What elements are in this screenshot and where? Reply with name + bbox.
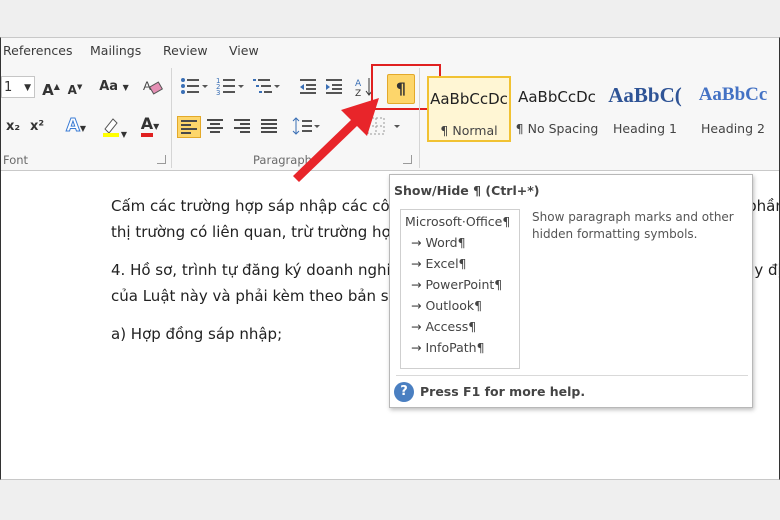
highlighter-icon — [102, 118, 119, 137]
preview-line: Microsoft·Office¶ — [405, 214, 511, 229]
style-heading-2-sample: AaBbCc — [698, 84, 768, 105]
align-right-icon — [234, 119, 252, 133]
tab-references[interactable]: References — [3, 43, 72, 58]
style-heading-1-name: Heading 1 — [613, 121, 677, 136]
caret-down-icon: ▼ — [76, 83, 83, 91]
clear-formatting-icon: A — [143, 79, 164, 95]
font-size-value: 1 — [4, 80, 13, 95]
grow-font-button[interactable]: A▲ — [41, 76, 61, 99]
superscript-button[interactable]: x² — [27, 116, 47, 138]
show-hide-tooltip: Show/Hide ¶ (Ctrl+*) Microsoft·Office¶ →… — [389, 174, 753, 408]
tooltip-title: Show/Hide ¶ (Ctrl+*) — [394, 183, 540, 198]
shrink-font-button[interactable]: A▼ — [65, 76, 85, 98]
tab-mailings[interactable]: Mailings — [90, 43, 141, 58]
font-dialog-launcher-icon[interactable] — [157, 155, 166, 164]
preview-line: → Excel¶ — [411, 256, 467, 271]
tab-view[interactable]: View — [229, 43, 259, 58]
preview-line: → Word¶ — [411, 235, 466, 250]
numbering-icon: 123 — [216, 77, 244, 97]
align-right-button[interactable] — [231, 116, 255, 138]
highlight-color-button[interactable]: ▼ — [97, 115, 131, 139]
text-effects-button[interactable]: A▼ — [59, 115, 93, 137]
tooltip-description: Show paragraph marks and other hidden fo… — [532, 210, 734, 241]
svg-text:3: 3 — [216, 89, 220, 96]
font-group-label: Font — [3, 153, 29, 167]
style-heading-2[interactable]: AaBbCc Heading 2 — [691, 76, 775, 142]
text-effects-icon: A — [65, 115, 80, 137]
style-normal-sample: AaBbCcDc — [430, 90, 508, 108]
style-heading-1-sample: AaBbC( — [608, 83, 682, 107]
chevron-down-icon: ▼ — [24, 83, 31, 93]
caret-up-icon: ▲ — [53, 82, 60, 91]
subscript-button[interactable]: x₂ — [3, 116, 23, 138]
group-divider — [419, 68, 420, 168]
style-heading-2-name: Heading 2 — [701, 121, 765, 136]
style-no-spacing[interactable]: AaBbCcDc ¶ No Spacing — [515, 76, 599, 142]
chevron-down-icon: ▼ — [153, 122, 160, 131]
font-size-box[interactable]: 1 ▼ — [1, 76, 35, 98]
red-arrow-icon — [293, 98, 379, 182]
tooltip-divider — [396, 375, 748, 376]
style-heading-1[interactable]: AaBbC( Heading 1 — [603, 76, 687, 142]
numbering-button[interactable]: 123 — [215, 76, 245, 98]
align-left-button[interactable] — [177, 116, 201, 138]
style-no-spacing-name: ¶ No Spacing — [515, 121, 599, 136]
style-normal-name: ¶ Normal — [440, 123, 498, 138]
align-center-icon — [207, 119, 225, 133]
ribbon-tabs: References Mailings Review View — [1, 38, 779, 62]
preview-line: → PowerPoint¶ — [411, 277, 503, 292]
font-color-button[interactable]: A▼ — [133, 114, 167, 137]
align-center-button[interactable] — [204, 116, 228, 138]
bullets-icon — [181, 78, 208, 94]
help-icon: ? — [394, 382, 414, 402]
align-left-icon — [181, 120, 199, 134]
clear-formatting-button[interactable]: A — [141, 75, 165, 97]
help-text: Press F1 for more help. — [420, 384, 586, 399]
chevron-down-icon: ▼ — [122, 83, 129, 92]
bullets-button[interactable] — [179, 76, 209, 98]
chevron-down-icon: ▼ — [120, 130, 128, 139]
style-normal[interactable]: AaBbCcDc ¶ Normal — [427, 76, 511, 142]
font-color-label: A — [140, 114, 154, 137]
change-case-label: Aa — [99, 79, 119, 94]
preview-line: → Outlook¶ — [411, 298, 483, 313]
chevron-down-icon: ▼ — [79, 124, 87, 133]
word-window: References Mailings Review View 1 ▼ A▲ A… — [0, 37, 780, 480]
change-case-button[interactable]: Aa ▼ — [97, 76, 131, 98]
paragraph-dialog-launcher-icon[interactable] — [403, 155, 412, 164]
grow-font-label: A — [42, 81, 54, 99]
svg-text:A: A — [143, 79, 151, 93]
preview-line: → Access¶ — [411, 319, 477, 334]
group-divider — [171, 68, 172, 168]
style-no-spacing-sample: AaBbCcDc — [518, 88, 596, 106]
tab-review[interactable]: Review — [163, 43, 208, 58]
tooltip-preview: Microsoft·Office¶ → Word¶ → Excel¶ → Pow… — [400, 209, 520, 369]
shrink-font-label: A — [67, 83, 77, 97]
preview-line: → InfoPath¶ — [411, 340, 485, 355]
